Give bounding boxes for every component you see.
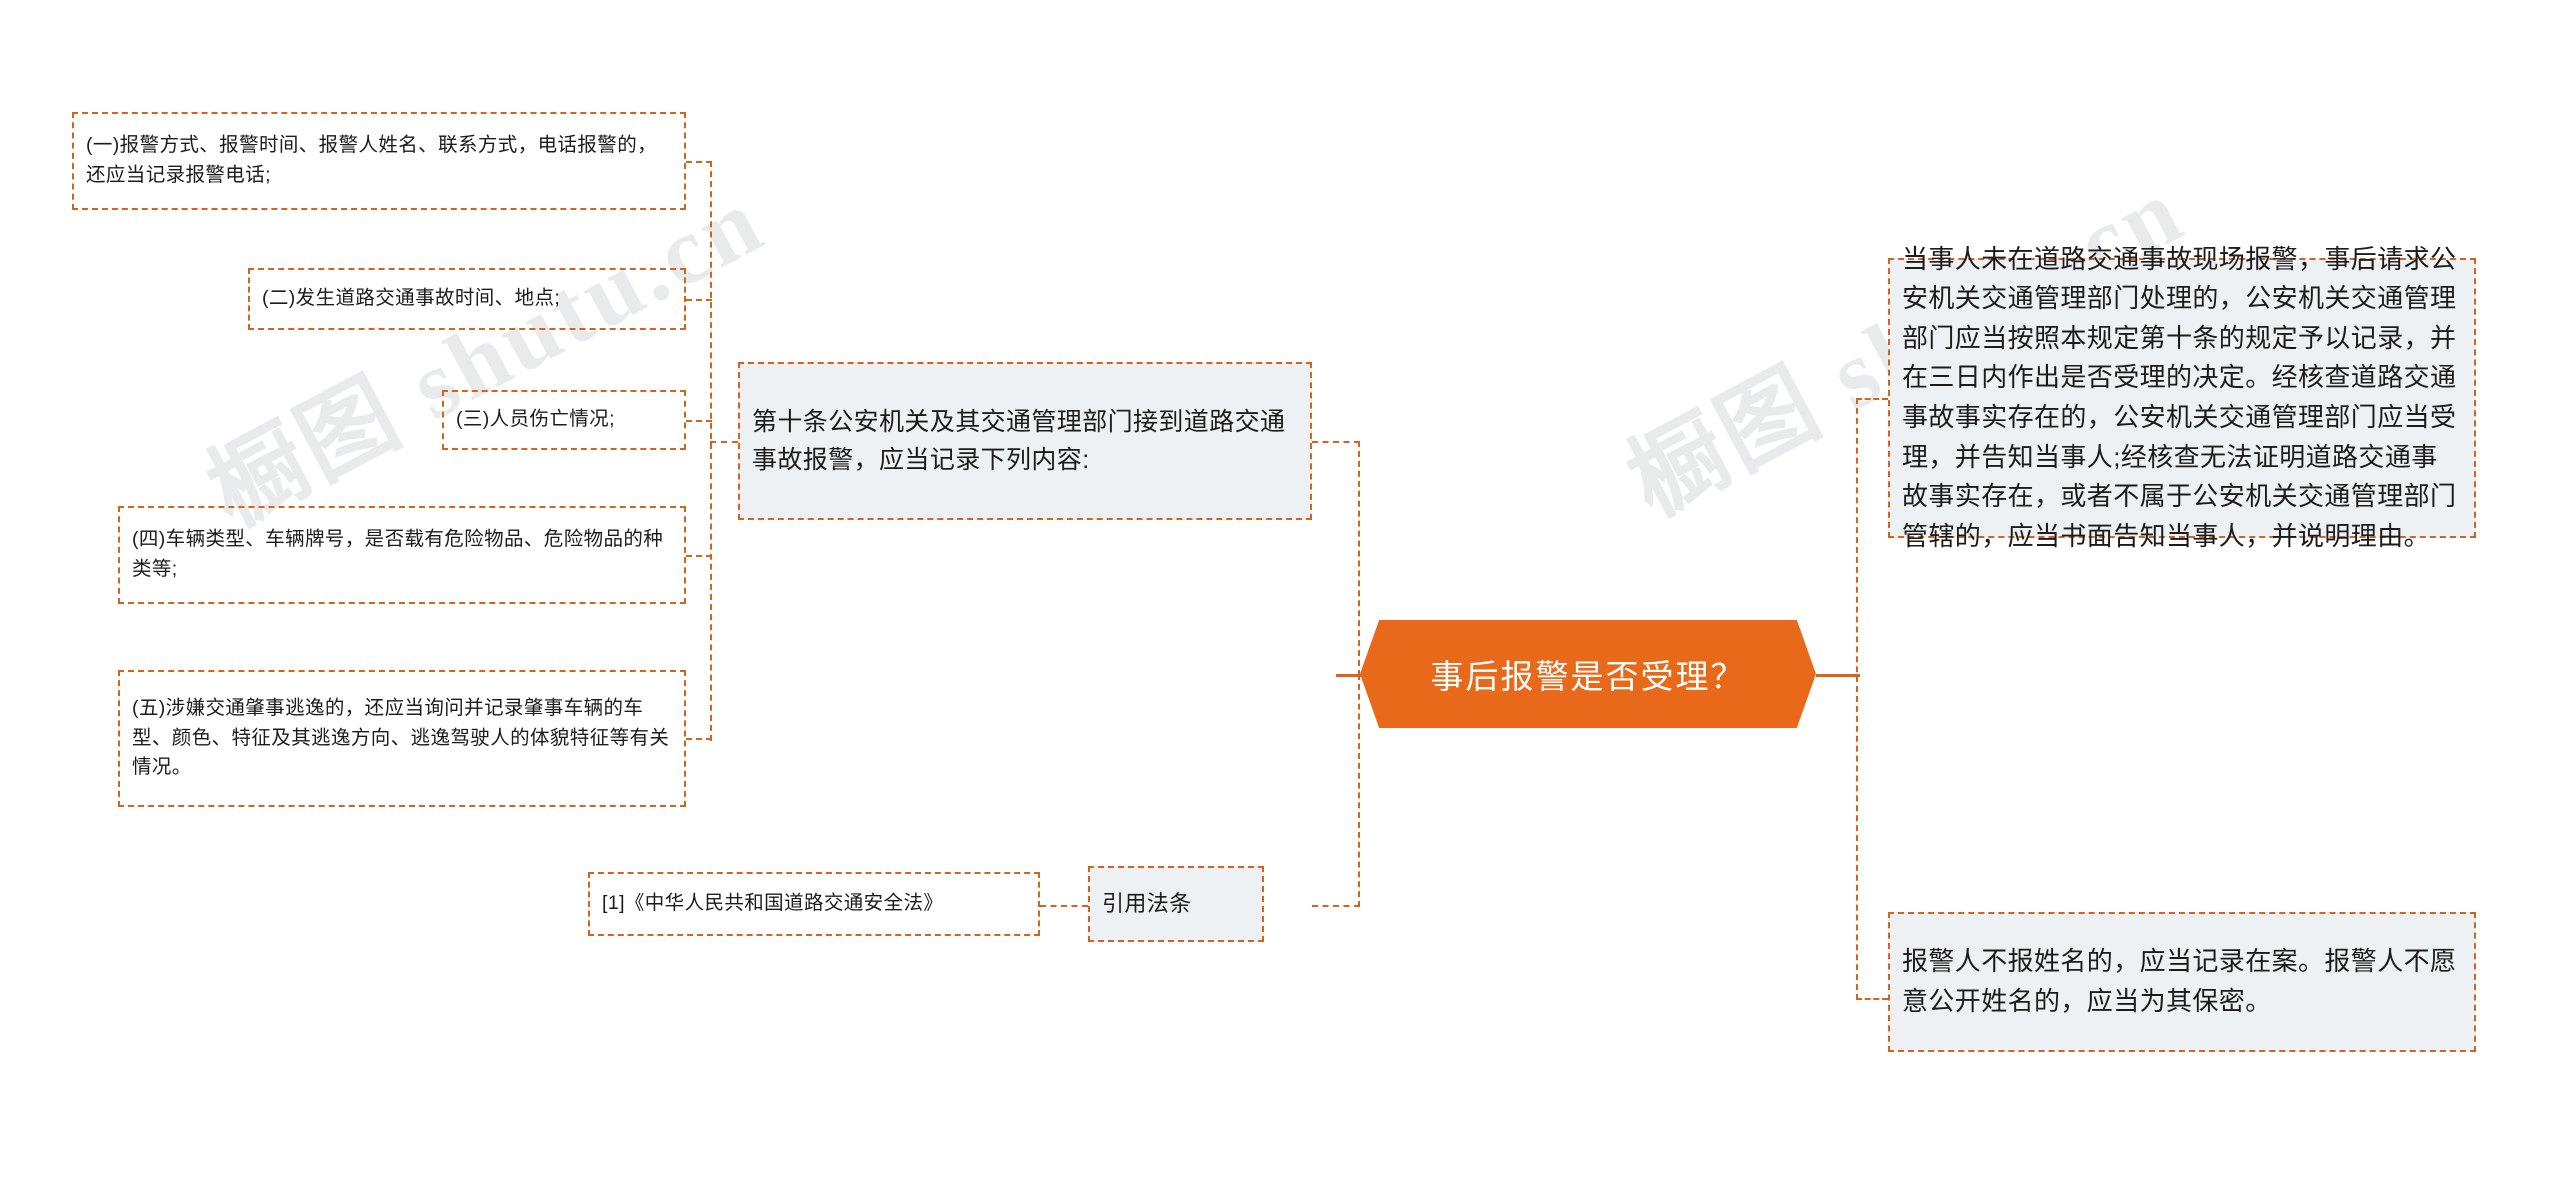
left-child-label: (三)人员伤亡情况;	[456, 408, 615, 431]
connector-left-child-stub	[686, 555, 712, 557]
connector-citation-to-center	[1312, 905, 1360, 907]
connector-left-child-stub	[686, 738, 712, 740]
connector-left-child-stub	[686, 161, 712, 163]
citation-child-node[interactable]: [1]《中华人民共和国道路交通安全法》	[588, 872, 1040, 936]
citation-parent-node[interactable]: 引用法条	[1088, 866, 1264, 942]
left-child-node-2[interactable]: (二)发生道路交通事故时间、地点;	[248, 268, 686, 330]
right-node-label: 报警人不报姓名的，应当记录在案。报警人不愿意公开姓名的，应当为其保密。	[1902, 946, 2457, 1016]
left-child-label: (五)涉嫌交通肇事逃逸的，还应当询问并记录肇事车辆的车型、颜色、特征及其逃逸方向…	[132, 697, 670, 779]
left-child-label: (二)发生道路交通事故时间、地点;	[262, 287, 561, 310]
connector-left-parent-stub	[710, 441, 738, 443]
right-node-1[interactable]: 当事人未在道路交通事故现场报警，事后请求公安机关交通管理部门处理的，公安机关交通…	[1888, 244, 2476, 551]
left-child-node-4[interactable]: (四)车辆类型、车辆牌号，是否载有危险物品、危险物品的种类等;	[118, 506, 686, 604]
right-node-2[interactable]: 报警人不报姓名的，应当记录在案。报警人不愿意公开姓名的，应当为其保密。	[1888, 912, 2476, 1052]
connector-center-citation-spine	[1358, 674, 1360, 907]
connector-left-child-stub	[686, 299, 712, 301]
connector-right-spine	[1856, 398, 1858, 1000]
right-node-label: 当事人未在道路交通事故现场报警，事后请求公安机关交通管理部门处理的，公安机关交通…	[1902, 243, 2457, 551]
connector-citation-child-stub	[1040, 905, 1088, 907]
citation-child-label: [1]《中华人民共和国道路交通安全法》	[602, 892, 944, 915]
connector-center-right-tail	[1816, 674, 1860, 677]
left-child-node-3[interactable]: (三)人员伤亡情况;	[442, 390, 686, 450]
connector-left-child-stub	[686, 420, 712, 422]
left-child-node-1[interactable]: (一)报警方式、报警时间、报警人姓名、联系方式，电话报警的，还应当记录报警电话;	[72, 112, 686, 210]
left-parent-node[interactable]: 第十条公安机关及其交通管理部门接到道路交通事故报警，应当记录下列内容:	[738, 362, 1312, 520]
left-child-label: (四)车辆类型、车辆牌号，是否载有危险物品、危险物品的种类等;	[132, 528, 664, 580]
left-parent-label: 第十条公安机关及其交通管理部门接到道路交通事故报警，应当记录下列内容:	[752, 408, 1286, 474]
connector-parent-to-center	[1312, 441, 1360, 443]
center-topic-node[interactable]: 事后报警是否受理？	[1360, 620, 1816, 728]
left-child-node-5[interactable]: (五)涉嫌交通肇事逃逸的，还应当询问并记录肇事车辆的车型、颜色、特征及其逃逸方向…	[118, 670, 686, 807]
connector-right-item-stub	[1856, 998, 1888, 1000]
connector-right-item-stub	[1856, 398, 1888, 400]
mindmap-canvas: 橱图 shutu.cn 橱图 shutu.cn (一)报警方式、报警时间、报警人…	[0, 0, 2560, 1195]
center-topic-label: 事后报警是否受理？	[1430, 658, 1746, 695]
left-child-label: (一)报警方式、报警时间、报警人姓名、联系方式，电话报警的，还应当记录报警电话;	[86, 134, 657, 186]
connector-center-left-spine	[1358, 441, 1360, 676]
connector-left-spine	[710, 161, 712, 741]
citation-parent-label: 引用法条	[1102, 891, 1192, 917]
